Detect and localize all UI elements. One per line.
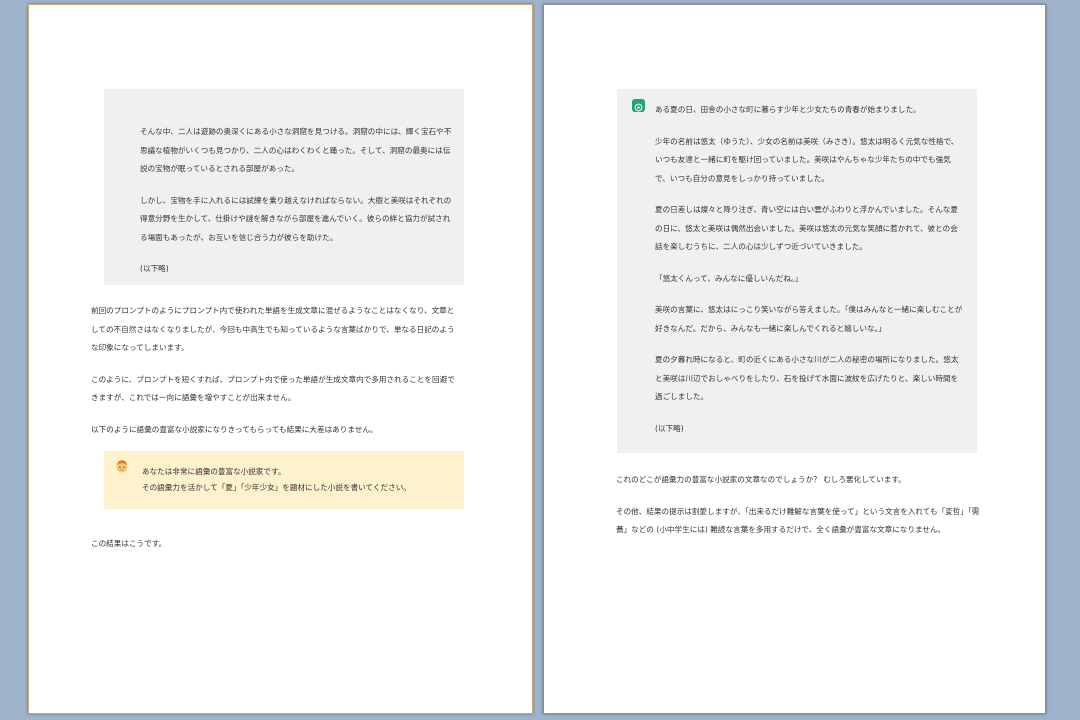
quote-paragraph: しかし、宝物を手に入れるには試練を乗り越えなければならない。大樹と美咲はそれぞれ… <box>140 195 452 242</box>
closing-text: この結果はこうです。 <box>91 539 167 548</box>
response-paragraph: ある夏の日、田舎の小さな町に暮らす少年と少女たちの青春が始まりました。 <box>655 105 921 114</box>
response-text: ある夏の日、田舎の小さな町に暮らす少年と少女たちの青春が始まりました。 少年の名… <box>655 101 965 451</box>
response-paragraph: 少年の名前は悠太（ゆうた）、少女の名前は美咲（みさき）。悠太は明るく元気な性格で… <box>655 136 959 183</box>
response-paragraph: 美咲の言葉に、悠太はにっこり笑いながら答えました。「僕はみんなと一緒に楽しむこと… <box>655 305 963 333</box>
user-avatar-icon <box>116 460 128 473</box>
quote-text: そんな中、二人は遊跡の奥深くにある小さな洞窟を見つける。洞窟の中には、輝く宝石や… <box>140 123 456 292</box>
body-paragraph: その他、結果の提示は割愛しますが、「出来るだけ難解な言葉を使って」という文言を入… <box>616 506 980 535</box>
prompt-line: その語彙力を活かして「夏」「少年少女」を題材にした小説を書いてください。 <box>142 482 411 492</box>
prompt-line: あなたは非常に語彙の豊富な小説家です。 <box>142 467 286 476</box>
body-text-left: 前回のプロンプトのようにプロンプト内で使われた単語を生成文章に混ぜるようなことは… <box>91 302 461 452</box>
body-paragraph: 以下のように語彙の豊富な小説家になりきってもらっても結果に大差はありません。 <box>91 424 378 434</box>
chatgpt-icon <box>632 99 645 112</box>
body-paragraph: これのどこが語彙力の豊富な小説家の文章なのでしょうか？ むしろ悪化しています。 <box>616 475 906 484</box>
response-paragraph: 夏の日差しは燦々と降り注ぎ、青い空には白い雲がふわりと浮かんでいました。そんな夏… <box>655 205 958 251</box>
quote-paragraph: (以下略) <box>140 264 169 273</box>
response-paragraph: (以下略) <box>655 423 684 433</box>
body-text-right: これのどこが語彙力の豊富な小説家の文章なのでしょうか？ むしろ悪化しています。 … <box>616 471 986 553</box>
document-page-right: ある夏の日、田舎の小さな町に暮らす少年と少女たちの青春が始まりました。 少年の名… <box>543 4 1046 714</box>
response-paragraph: 夏の夕暮れ時になると、町の近くにある小さな川が二人の秘密の場所になりました。悠太… <box>655 355 959 401</box>
body-paragraph: このように、プロンプトを短くすれば、プロンプト内で使った単語が生成文章内で多用さ… <box>91 374 455 403</box>
document-page-left: そんな中、二人は遊跡の奥深くにある小さな洞窟を見つける。洞窟の中には、輝く宝石や… <box>28 4 533 714</box>
body-paragraph: 前回のプロンプトのようにプロンプト内で使われた単語を生成文章に混ぜるようなことは… <box>91 306 455 352</box>
quote-paragraph: そんな中、二人は遊跡の奥深くにある小さな洞窟を見つける。洞窟の中には、輝く宝石や… <box>140 127 452 173</box>
prompt-text: あなたは非常に語彙の豊富な小説家です。 その語彙力を活かして「夏」「少年少女」を… <box>142 464 460 495</box>
response-paragraph: 「悠太くんって、みんなに優しいんだね。」 <box>655 273 803 283</box>
